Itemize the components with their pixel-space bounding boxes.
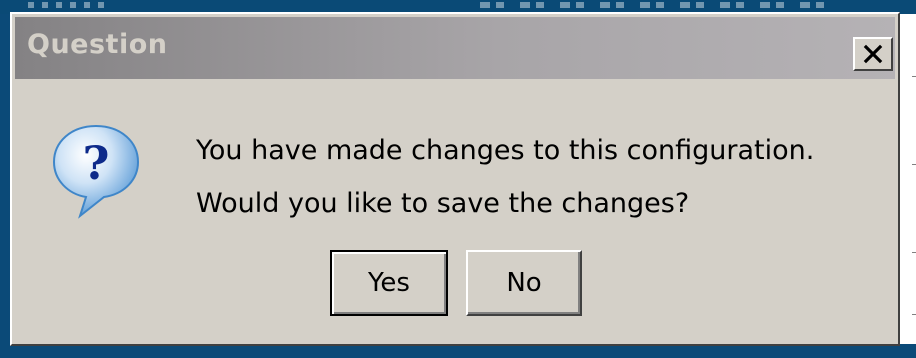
no-button-label: No [506, 268, 542, 298]
no-button[interactable]: No [466, 250, 582, 316]
question-icon: ? [52, 124, 140, 219]
message-line-2: Would you like to save the changes? [196, 188, 690, 219]
dialog-titlebar[interactable]: Question [15, 17, 895, 79]
background-window-text [28, 2, 108, 8]
close-icon [863, 44, 883, 64]
panel-divider [912, 76, 916, 77]
question-dialog: Question ? You have made changes to this… [10, 12, 900, 346]
dialog-message: You have made changes to this configurat… [196, 124, 814, 230]
panel-divider [912, 164, 916, 165]
panel-divider [912, 314, 916, 315]
dialog-title: Question [27, 29, 168, 60]
background-panel [900, 14, 916, 344]
yes-button[interactable]: Yes [330, 250, 448, 316]
desktop-background [0, 346, 916, 358]
message-line-1: You have made changes to this configurat… [196, 135, 815, 166]
yes-button-label: Yes [368, 268, 410, 298]
panel-divider [912, 252, 916, 253]
background-window-text [480, 2, 840, 8]
close-button[interactable] [853, 37, 893, 71]
svg-text:?: ? [83, 136, 110, 190]
